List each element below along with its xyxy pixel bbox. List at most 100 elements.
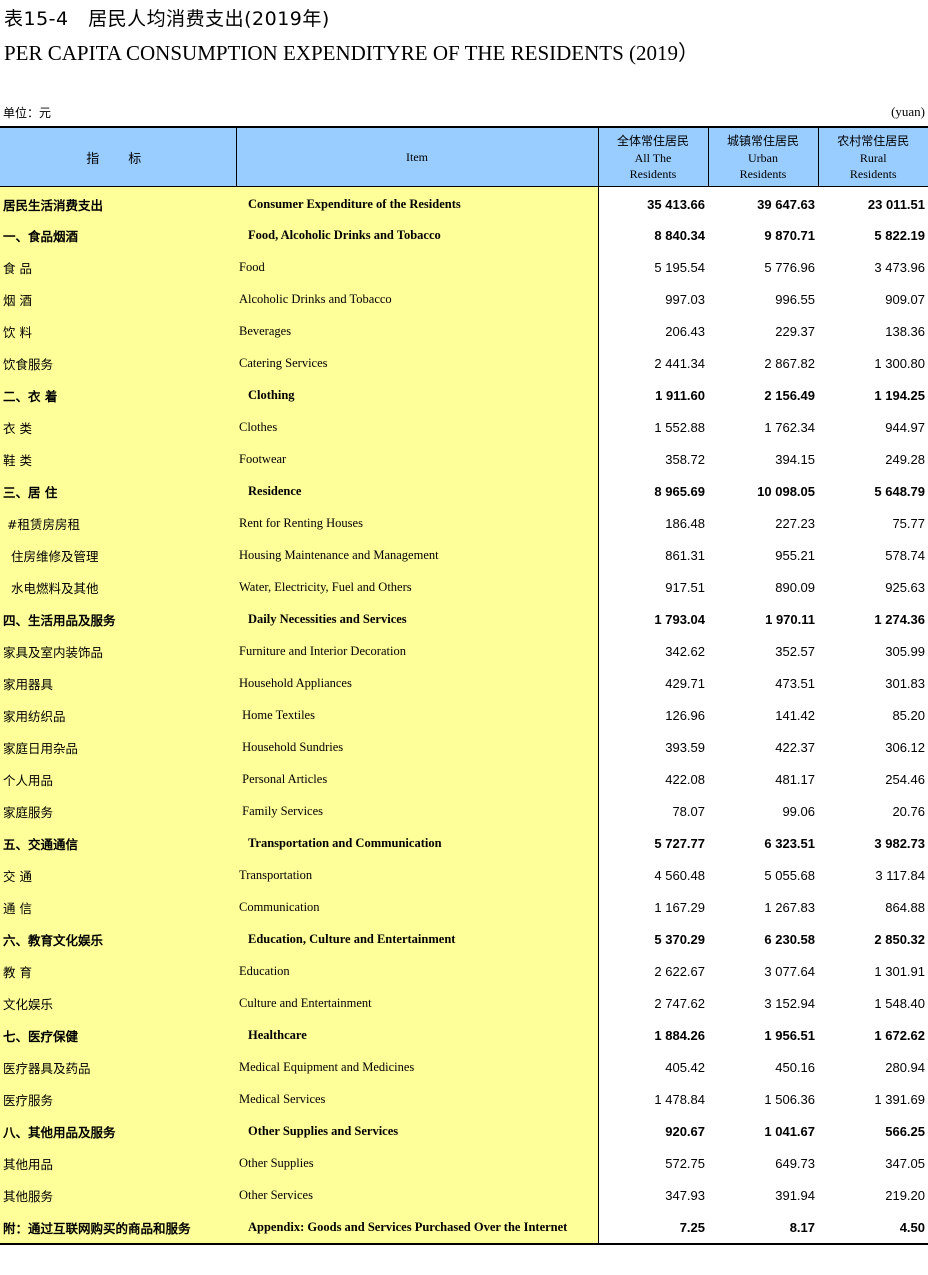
value-all-cell: 5 370.29: [654, 931, 705, 947]
value-all-cell: 126.96: [665, 707, 705, 723]
value-all-cell: 8 840.34: [654, 227, 705, 243]
item-en-cell: Beverages: [236, 315, 599, 347]
value-all-cell: 393.59: [665, 739, 705, 755]
indicator-cn-cell: 烟 酒: [0, 283, 236, 315]
indicator-cn-cell: 其他用品: [0, 1147, 236, 1179]
item-en-cell: Education, Culture and Entertainment: [236, 923, 599, 955]
value-urban-cell: 352.57: [775, 643, 815, 659]
value-rural-cell: 1 274.36: [874, 611, 925, 627]
value-urban-cell: 473.51: [775, 675, 815, 691]
table-row: 交 通 Transportation 4 560.48 5 055.68 3 117.8…: [0, 859, 928, 891]
value-urban-cell: 481.17: [775, 771, 815, 787]
value-urban-cell: 9 870.71: [764, 227, 815, 243]
value-urban-cell: 6 230.58: [764, 931, 815, 947]
table-title-cn: 表15-4 居民人均消费支出(2019年): [4, 8, 330, 30]
indicator-cn-cell: 个人用品: [0, 763, 236, 795]
value-rural-cell: 1 391.69: [874, 1091, 925, 1107]
value-urban-cell: 5 776.96: [764, 259, 815, 275]
value-rural-cell: 5 648.79: [874, 483, 925, 499]
header-rural-residents: 农村常住居民 Rural Residents: [818, 126, 928, 187]
value-all-cell: 917.51: [665, 579, 705, 595]
indicator-cn-cell: 通 信: [0, 891, 236, 923]
table-row: 水电燃料及其他 Water, Electricity, Fuel and Othe…: [0, 571, 928, 603]
value-all-cell: 358.72: [665, 451, 705, 467]
value-all-cell: 78.07: [672, 803, 705, 819]
value-rural-cell: 254.46: [885, 771, 925, 787]
value-urban-cell: 996.55: [775, 291, 815, 307]
value-urban-cell: 1 041.67: [764, 1123, 815, 1139]
value-all-cell: 206.43: [665, 323, 705, 339]
value-all-cell: 861.31: [665, 547, 705, 563]
value-rural-cell: 3 473.96: [874, 259, 925, 275]
item-en-cell: Furniture and Interior Decoration: [236, 635, 599, 667]
item-en-cell: Transportation: [236, 859, 599, 891]
header-all-residents: 全体常住居民 All The Residents: [598, 126, 709, 187]
indicator-cn-cell: 一、食品烟酒: [0, 219, 236, 251]
value-urban-cell: 1 506.36: [764, 1091, 815, 1107]
value-rural-cell: 3 117.84: [875, 867, 925, 883]
item-en-cell: Other Supplies: [236, 1147, 599, 1179]
indicator-cn-cell: 医疗器具及药品: [0, 1051, 236, 1083]
table-title-en: PER CAPITA CONSUMPTION EXPENDITYRE OF TH…: [4, 41, 700, 65]
value-urban-cell: 141.42: [775, 707, 815, 723]
value-all-cell: 1 793.04: [654, 611, 705, 627]
indicator-cn-cell: #租赁房房租: [0, 507, 236, 539]
value-all-cell: 2 441.34: [654, 355, 705, 371]
value-rural-cell: 85.20: [892, 707, 925, 723]
table-row: 鞋 类 Footwear 358.72 394.15 249.28: [0, 443, 928, 475]
item-en-cell: Education: [236, 955, 599, 987]
value-rural-cell: 909.07: [885, 291, 925, 307]
indicator-cn-cell: 七、医疗保健: [0, 1019, 236, 1051]
item-en-cell: Other Services: [236, 1179, 599, 1211]
item-en-cell: Other Supplies and Services: [236, 1115, 599, 1147]
indicator-cn-cell: 医疗服务: [0, 1083, 236, 1115]
item-en-cell: Footwear: [236, 443, 599, 475]
value-urban-cell: 229.37: [775, 323, 815, 339]
item-en-cell: Medical Services: [236, 1083, 599, 1115]
unit-label-cn: 单位：元: [3, 106, 52, 120]
indicator-cn-cell: 家用纺织品: [0, 699, 236, 731]
item-en-cell: Transportation and Communication: [236, 827, 599, 859]
table-row: 家庭日用杂品 Household Sundries 393.59 422.37 306…: [0, 731, 928, 763]
table-row: 通 信 Communication 1 167.29 1 267.83 864.88: [0, 891, 928, 923]
value-all-cell: 35 413.66: [647, 196, 705, 212]
item-en-cell: Housing Maintenance and Management: [236, 539, 599, 571]
value-all-cell: 347.93: [665, 1187, 705, 1203]
table-row: 一、食品烟酒 Food, Alcoholic Drinks and Tobacco…: [0, 219, 928, 251]
value-all-cell: 2 747.62: [654, 995, 705, 1011]
value-rural-cell: 4.50: [818, 1211, 928, 1245]
item-en-cell: Consumer Expenditure of the Residents: [236, 186, 599, 219]
indicator-cn-cell: 食 品: [0, 251, 236, 283]
item-en-cell: Home Textiles: [236, 699, 599, 731]
indicator-cn-cell: 其他服务: [0, 1179, 236, 1211]
value-rural-cell: 219.20: [885, 1187, 925, 1203]
item-en-cell: Household Appliances: [236, 667, 599, 699]
item-en-cell: Family Services: [236, 795, 599, 827]
indicator-cn-cell: 家庭日用杂品: [0, 731, 236, 763]
expenditure-table: 指 标 Item 全体常住居民 All The Residents 城镇常住居民…: [0, 126, 928, 1245]
value-urban-cell: 1 956.51: [764, 1027, 815, 1043]
value-rural-cell: 3 982.73: [874, 835, 925, 851]
table-row: #租赁房房租 Rent for Renting Houses 186.48 227.2…: [0, 507, 928, 539]
item-en-cell: Residence: [236, 475, 599, 507]
value-urban-cell: 890.09: [775, 579, 815, 595]
table-row: 六、教育文化娱乐 Education, Culture and Entertain…: [0, 923, 928, 955]
item-en-cell: Clothing: [236, 379, 599, 411]
value-all-cell: 5 727.77: [654, 835, 705, 851]
value-urban-cell: 99.06: [782, 803, 815, 819]
table-row: 其他服务 Other Services 347.93 391.94 219.20: [0, 1179, 928, 1211]
item-en-cell: Clothes: [236, 411, 599, 443]
item-en-cell: Culture and Entertainment: [236, 987, 599, 1019]
value-all-cell: 405.42: [665, 1059, 705, 1075]
value-urban-cell: 394.15: [775, 451, 815, 467]
table-row: 医疗服务 Medical Services 1 478.84 1 506.36 1 39…: [0, 1083, 928, 1115]
indicator-cn-cell: 衣 类: [0, 411, 236, 443]
indicator-cn-cell: 二、衣 着: [0, 379, 236, 411]
value-all-cell: 422.08: [665, 771, 705, 787]
value-rural-cell: 75.77: [892, 515, 925, 531]
table-row: 五、交通通信 Transportation and Communication 5 …: [0, 827, 928, 859]
value-urban-cell: 3 152.94: [764, 995, 815, 1011]
value-urban-cell: 10 098.05: [757, 483, 815, 499]
value-all-cell: 1 911.60: [655, 387, 705, 403]
value-all-cell: 2 622.67: [654, 963, 705, 979]
